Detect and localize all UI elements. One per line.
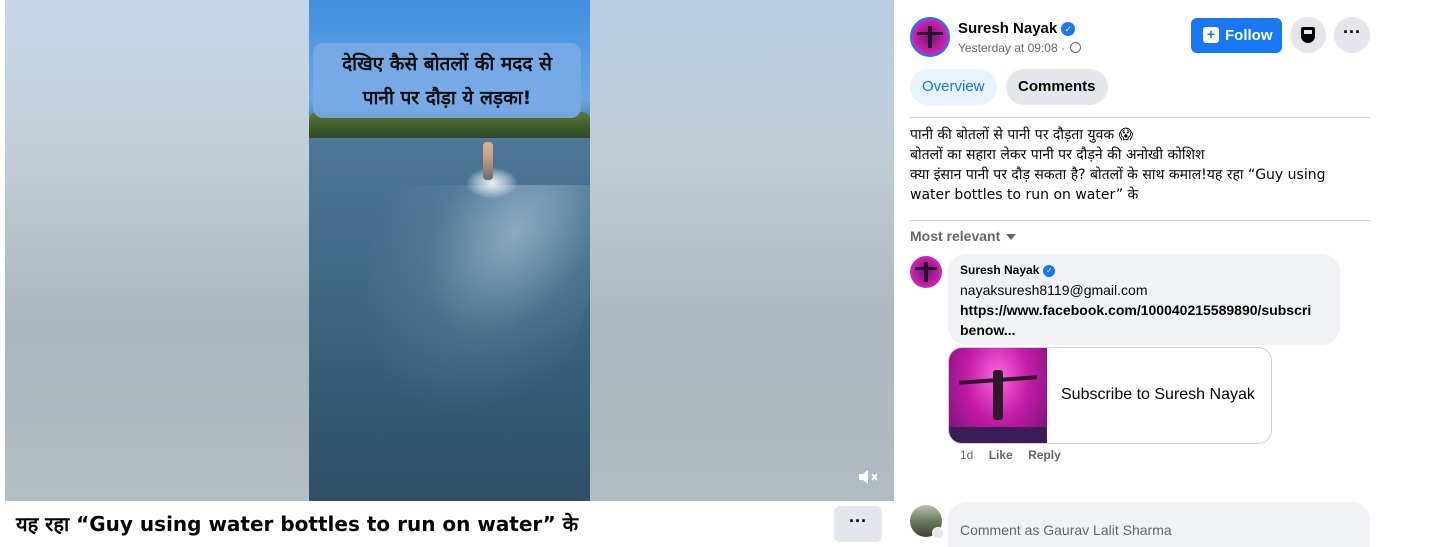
comment-reply-button[interactable]: Reply	[1028, 448, 1061, 462]
post-text-line: क्या इंसान पानी पर दौड़ सकता है? बोतलों …	[910, 167, 1326, 183]
post-more-button[interactable]: ···	[1334, 17, 1370, 53]
comment-age[interactable]: 1d	[960, 448, 973, 462]
video-overlay-line1: देखिए कैसे बोतलों की मदद से	[342, 53, 552, 75]
avatar-figure	[924, 262, 928, 282]
comment-sort-dropdown[interactable]: Most relevant	[910, 228, 1017, 244]
save-button[interactable]	[1290, 17, 1326, 53]
post-time-text[interactable]: Yesterday at 09:08 ·	[958, 41, 1065, 55]
commenter-avatar[interactable]	[910, 256, 942, 288]
comment-email: nayaksuresh8119@gmail.com	[960, 282, 1148, 298]
video-runner	[483, 142, 493, 180]
tab-overview[interactable]: Overview	[910, 69, 997, 105]
verified-badge-icon: ✓	[1061, 22, 1076, 36]
comment-link-line1[interactable]: https://www.facebook.com/100040215589890…	[960, 300, 1328, 320]
video-blur-background-left	[5, 0, 309, 501]
video-title: यह रहा “Guy using water bottles to run o…	[16, 512, 579, 536]
divider	[910, 117, 1370, 118]
post-viewer: देखिए कैसे बोतलों की मदद से पानी पर दौड़…	[0, 0, 1456, 547]
comment-author-name[interactable]: Suresh Nayak	[960, 263, 1039, 277]
link-preview-card[interactable]: Subscribe to Suresh Nayak	[948, 347, 1272, 444]
post-body-text: पानी की बोतलों से पानी पर दौड़ता युवक 😱 …	[910, 125, 1370, 205]
video-blur-background-right	[590, 0, 894, 501]
chevron-down-icon[interactable]	[932, 527, 944, 539]
post-text-line: बोतलों का सहारा लेकर पानी पर दौड़ने की अ…	[910, 147, 1205, 163]
tab-comments[interactable]: Comments	[1006, 69, 1108, 105]
comment-composer[interactable]	[948, 502, 1370, 547]
post-details-panel: Suresh Nayak ✓ Yesterday at 09:08 · Follo…	[894, 0, 1456, 547]
follow-plus-icon	[1203, 17, 1219, 52]
follow-label: Follow	[1225, 27, 1273, 44]
video-more-options-button[interactable]: ···	[834, 506, 882, 542]
comment-actions: 1d Like Reply	[960, 448, 1073, 462]
video-water-wake	[311, 185, 590, 415]
post-text-line: water bottles to run on water” के	[910, 187, 1139, 203]
author-name[interactable]: Suresh Nayak ✓	[958, 20, 1076, 37]
author-avatar[interactable]	[910, 17, 950, 57]
chevron-down-icon	[1006, 234, 1017, 240]
bookmark-icon	[1301, 27, 1315, 43]
comment-link-line2[interactable]: benow...	[960, 320, 1328, 340]
link-preview-thumbnail	[949, 348, 1047, 443]
globe-icon	[1070, 42, 1082, 53]
comment-author[interactable]: Suresh Nayak ✓	[960, 262, 1328, 278]
thumbnail-figure	[993, 370, 1003, 420]
video-overlay-caption: देखिए कैसे बोतलों की मदद से पानी पर दौड़…	[313, 43, 581, 118]
comment-sort-label: Most relevant	[910, 228, 1001, 244]
video-overlay-line2: पानी पर दौड़ा ये लड़का!	[362, 87, 532, 109]
thumbnail-floor	[949, 427, 1047, 443]
avatar-figure-arms	[917, 31, 943, 35]
avatar-figure	[928, 26, 932, 48]
comment-bubble: Suresh Nayak ✓ nayaksuresh8119@gmail.com …	[948, 254, 1340, 345]
avatar-figure-arms	[914, 267, 938, 271]
link-preview-title[interactable]: Subscribe to Suresh Nayak	[1061, 386, 1255, 404]
follow-button[interactable]: Follow	[1191, 17, 1282, 53]
divider	[910, 220, 1370, 221]
post-text-line: पानी की बोतलों से पानी पर दौड़ता युवक 😱	[910, 127, 1134, 143]
video-player[interactable]: देखिए कैसे बोतलों की मदद से पानी पर दौड़…	[5, 0, 894, 501]
verified-badge-icon: ✓	[1043, 265, 1056, 277]
post-timestamp[interactable]: Yesterday at 09:08 ·	[958, 41, 1082, 55]
comment-input[interactable]	[948, 502, 1370, 547]
video-frame[interactable]: देखिए कैसे बोतलों की मदद से पानी पर दौड़…	[309, 0, 590, 501]
speaker-muted-icon[interactable]	[855, 465, 881, 491]
author-name-text[interactable]: Suresh Nayak	[958, 20, 1057, 37]
comment-like-button[interactable]: Like	[989, 448, 1013, 462]
